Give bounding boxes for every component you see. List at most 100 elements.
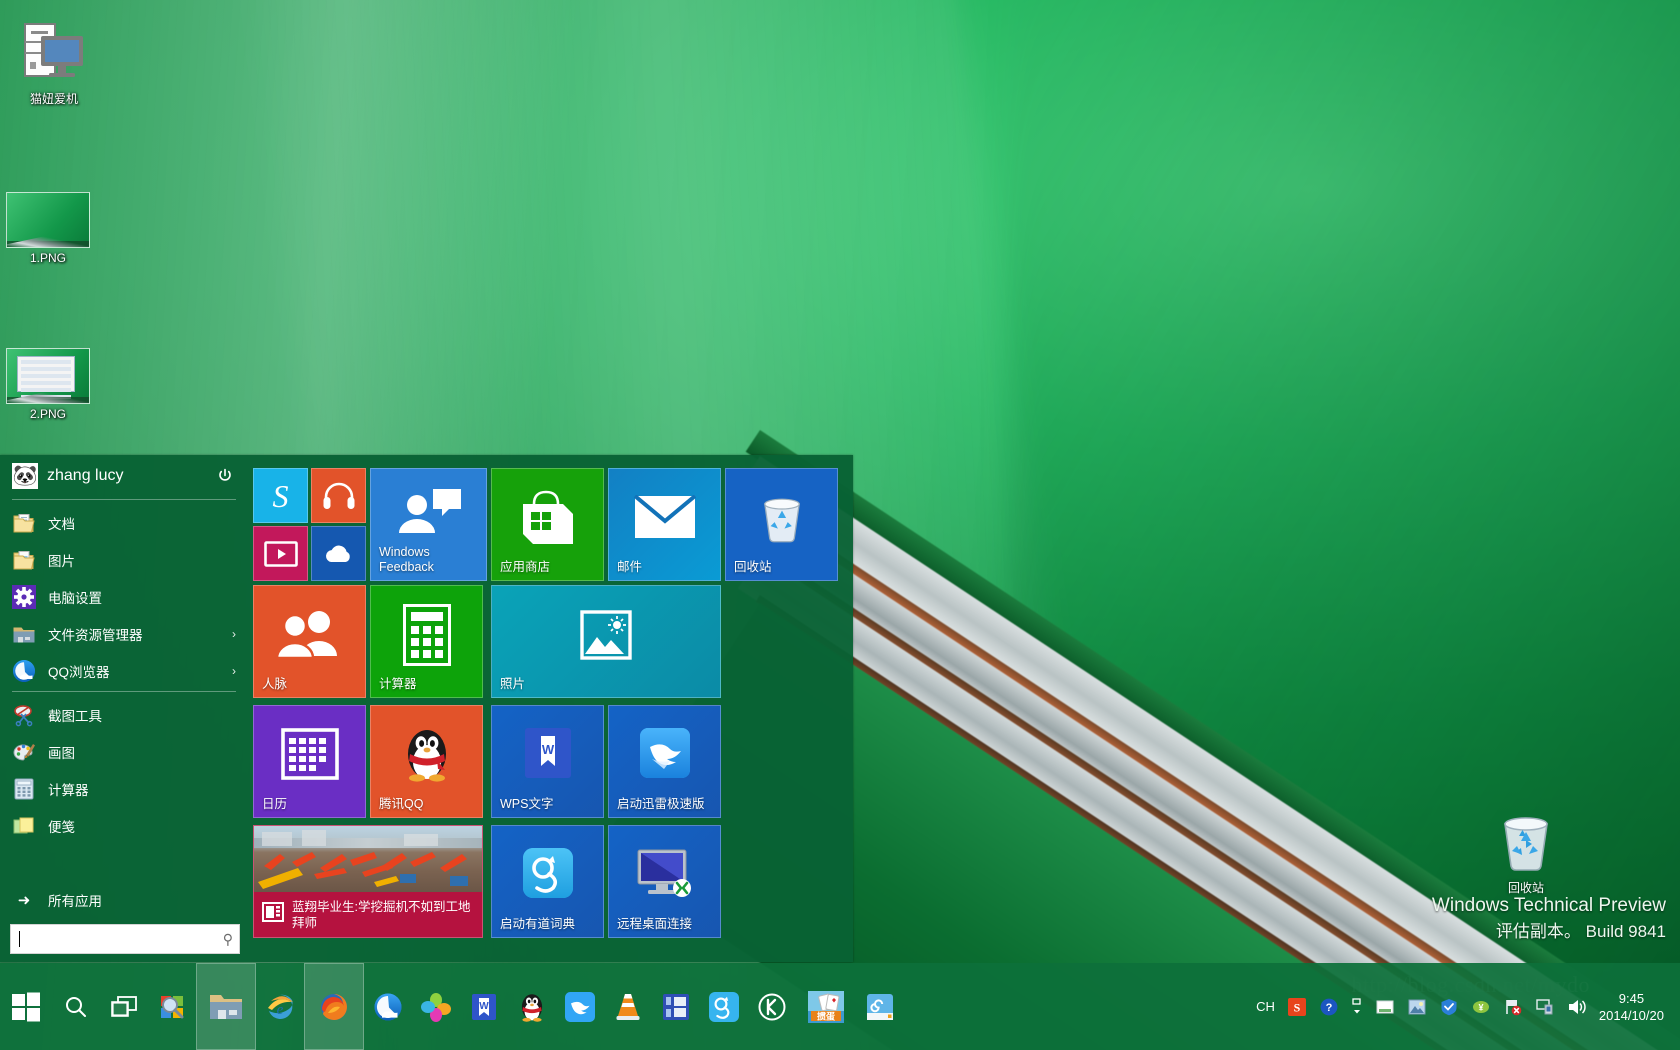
tile-calendar[interactable]: 日历 [253, 705, 366, 818]
task-view-icon [111, 996, 137, 1018]
all-apps-button[interactable]: ➜ 所有应用 [0, 882, 248, 918]
search-icon[interactable]: ⚲ [223, 931, 233, 948]
remote-tray-icon[interactable] [1534, 996, 1556, 1018]
tile-remote-desktop[interactable]: 远程桌面连接 [608, 825, 721, 938]
tile-video[interactable] [253, 526, 308, 581]
start-menu-left-pane: 🐼 zhang lucy 文档 [0, 455, 248, 962]
sogou-ime-icon[interactable]: S [1286, 996, 1308, 1018]
guandan-game-icon: 掼蛋 [808, 991, 844, 1023]
desktop-icon-recycle-bin[interactable]: 回收站 [1478, 810, 1574, 896]
tile-skype[interactable]: S [253, 468, 308, 523]
desktop-icon-image-1[interactable]: 1.PNG [0, 192, 96, 266]
youdao-dict-icon [709, 992, 739, 1022]
kingsoft-k-icon [758, 993, 786, 1021]
tencent-shield-icon[interactable] [1438, 996, 1460, 1018]
sidebar-item-sticky-notes[interactable]: 便笺 [0, 807, 248, 844]
tile-recycle-bin[interactable]: 回收站 [725, 468, 838, 581]
tile-youdao-dict[interactable]: 启动有道词典 [491, 825, 604, 938]
help-icon[interactable]: ? [1318, 996, 1340, 1018]
system-tray[interactable]: CH S ? [1250, 963, 1680, 1050]
video-editor-button[interactable] [652, 963, 700, 1050]
tile-wps-writer[interactable]: W WPS文字 [491, 705, 604, 818]
tile-people[interactable]: 人脉 [253, 585, 366, 698]
tile-news[interactable]: 蓝翔毕业生:学挖掘机不如到工地拜师 [253, 825, 483, 938]
calculator-icon [403, 604, 451, 666]
power-icon [217, 468, 233, 484]
video-icon [264, 541, 298, 567]
qq-button[interactable] [508, 963, 556, 1050]
sidebar-item-paint[interactable]: 画图 [0, 733, 248, 770]
sidebar-item-qq-browser[interactable]: QQ浏览器 › [0, 652, 248, 689]
tile-label: 启动迅雷极速版 [617, 797, 705, 812]
tile-store[interactable]: 应用商店 [491, 468, 604, 581]
money-tray-icon[interactable]: ¥ [1470, 996, 1492, 1018]
tile-tencent-qq[interactable]: 腾讯QQ [370, 705, 483, 818]
tile-label: 启动有道词典 [500, 917, 575, 932]
ime-indicator[interactable]: CH [1256, 999, 1275, 1014]
sidebar-item-calculator[interactable]: 计算器 [0, 770, 248, 807]
magnifier-app-icon [157, 992, 187, 1022]
folder-tray-icon[interactable] [1374, 996, 1396, 1018]
taskbar-clock[interactable]: 9:45 2014/10/20 [1593, 990, 1674, 1024]
sidebar-item-pictures[interactable]: 图片 [0, 541, 248, 578]
tile-xunlei[interactable]: 启动迅雷极速版 [608, 705, 721, 818]
search-box[interactable]: ⚲ [10, 924, 240, 954]
store-bag-icon [517, 488, 579, 548]
file-explorer-button[interactable] [196, 963, 256, 1050]
qq-browser-button[interactable] [364, 963, 412, 1050]
volume-icon[interactable] [1566, 996, 1588, 1018]
desktop-icon-this-pc[interactable]: 猫妞爱机 [6, 18, 102, 107]
sidebar-item-documents[interactable]: 文档 [0, 504, 248, 541]
sidebar-item-pc-settings[interactable]: 电脑设置 [0, 578, 248, 615]
flower-petals-icon [421, 992, 451, 1022]
start-button[interactable] [0, 963, 52, 1050]
film-strip-icon [662, 993, 690, 1021]
task-view-button[interactable] [100, 963, 148, 1050]
tile-onedrive[interactable] [311, 526, 366, 581]
everything-search-button[interactable] [148, 963, 196, 1050]
xunlei-button[interactable] [556, 963, 604, 1050]
start-menu-user-row[interactable]: 🐼 zhang lucy [0, 455, 248, 497]
card-game-button[interactable]: 掼蛋 [796, 963, 856, 1050]
internet-explorer-button[interactable]: e [256, 963, 304, 1050]
svg-text:?: ? [1326, 1002, 1333, 1014]
tile-music[interactable] [311, 468, 366, 523]
meitu-button[interactable] [412, 963, 460, 1050]
desktop-icon-image-2[interactable]: 2.PNG [0, 348, 96, 422]
tile-label: 邮件 [617, 560, 642, 575]
kingsoft-button[interactable] [748, 963, 796, 1050]
screenshot-thumbnail-icon [6, 192, 90, 248]
news-icon [262, 901, 284, 923]
sidebar-item-file-explorer[interactable]: 文件资源管理器 › [0, 615, 248, 652]
sidebar-item-label: 便笺 [48, 816, 240, 836]
desktop-icon-label: 2.PNG [0, 407, 96, 422]
start-menu[interactable]: 🐼 zhang lucy 文档 [0, 455, 853, 962]
sync-button[interactable] [856, 963, 904, 1050]
sidebar-item-label: 图片 [48, 550, 240, 570]
recycle-bin-label: 回收站 [1478, 879, 1574, 896]
avatar[interactable]: 🐼 [12, 463, 38, 489]
sidebar-item-snipping-tool[interactable]: 截图工具 [0, 696, 248, 733]
tile-calculator[interactable]: 计算器 [370, 585, 483, 698]
wps-button[interactable]: W [460, 963, 508, 1050]
all-apps-label: 所有应用 [48, 890, 102, 910]
show-hidden-icons-icon[interactable] [1350, 996, 1364, 1018]
remote-desktop-icon [636, 848, 694, 898]
qq-browser-icon [373, 992, 403, 1022]
vlc-button[interactable] [604, 963, 652, 1050]
sidebar-item-label: 画图 [48, 742, 240, 762]
firefox-icon [318, 991, 350, 1023]
qq-penguin-icon [401, 724, 453, 784]
power-button[interactable] [212, 463, 238, 489]
network-error-icon[interactable] [1502, 996, 1524, 1018]
svg-text:W: W [541, 742, 554, 757]
sticky-notes-icon [12, 814, 36, 838]
picture-tray-icon[interactable] [1406, 996, 1428, 1018]
tile-photos[interactable]: 照片 [491, 585, 721, 698]
tile-mail[interactable]: 邮件 [608, 468, 721, 581]
tile-windows-feedback[interactable]: Windows Feedback [370, 468, 487, 581]
firefox-button[interactable] [304, 963, 364, 1050]
youdao-button[interactable] [700, 963, 748, 1050]
search-button[interactable] [52, 963, 100, 1050]
taskbar[interactable]: e W [0, 963, 1680, 1050]
